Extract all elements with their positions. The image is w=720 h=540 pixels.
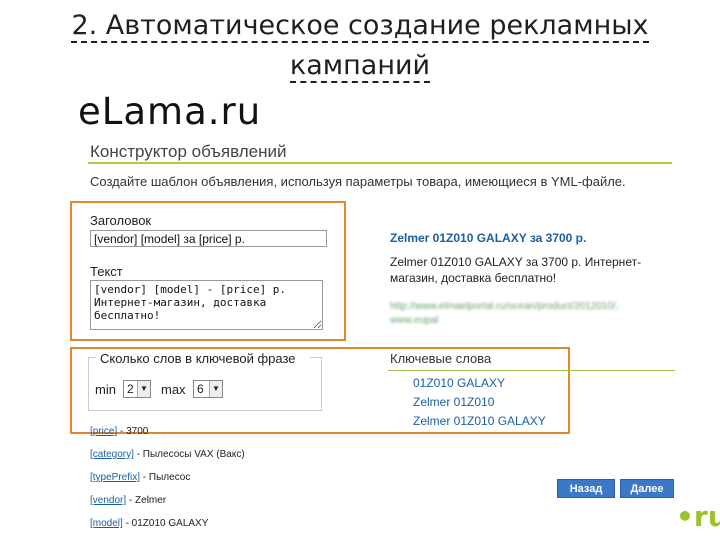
keyword-item[interactable]: 01Z010 GALAXY (413, 376, 505, 390)
ru-logo: •ru (676, 500, 720, 533)
max-select[interactable]: 6 ▼ (193, 380, 223, 398)
slide-title-line2: кампаний (289, 50, 431, 83)
section-divider (88, 162, 672, 164)
heading-input[interactable] (90, 230, 327, 247)
fieldset-border (310, 357, 322, 358)
max-label: max (161, 382, 186, 397)
heading-label: Заголовок (90, 213, 152, 228)
param-value: - 3700 (117, 426, 149, 437)
keyword-item[interactable]: Zelmer 01Z010 (413, 395, 494, 409)
instruction-text: Создайте шаблон объявления, используя па… (90, 174, 626, 189)
preview-url: http://www.elmaelportal.ru/ocean/product… (390, 300, 675, 328)
param-key[interactable]: [model] (90, 518, 123, 529)
slide-title: 2. Автоматическое создание рекламных кам… (0, 6, 720, 86)
keyword-item[interactable]: Zelmer 01Z010 GALAXY (413, 414, 546, 428)
chevron-down-icon: ▼ (137, 381, 150, 397)
min-select-value: 2 (127, 382, 134, 396)
param-row-vendor: [vendor] - Zelmer (90, 495, 166, 506)
brand-name: eLama.ru (78, 90, 262, 133)
back-button[interactable]: Назад (557, 479, 615, 498)
param-value: - 01Z010 GALAXY (122, 518, 209, 529)
param-key[interactable]: [category] (90, 449, 134, 460)
param-value: - Пылесосы VAX (Вакс) (133, 449, 245, 460)
param-key[interactable]: [price] (90, 426, 117, 437)
param-row-model: [model] - 01Z010 GALAXY (90, 518, 208, 529)
ad-text-input[interactable]: [vendor] [model] - [price] р. Интернет-м… (90, 280, 323, 330)
param-row-category: [category] - Пылесосы VAX (Вакс) (90, 449, 245, 460)
slide-title-line1: 2. Автоматическое создание рекламных (71, 10, 649, 43)
fieldset-border (88, 357, 96, 358)
chevron-down-icon: ▼ (209, 381, 222, 397)
param-row-price: [price] - 3700 (90, 426, 148, 437)
next-button[interactable]: Далее (620, 479, 674, 498)
word-count-legend: Сколько слов в ключевой фразе (98, 351, 298, 366)
min-label: min (95, 382, 116, 397)
constructor-title: Конструктор объявлений (90, 142, 287, 161)
preview-url-line2: www.eupal (390, 315, 439, 326)
keywords-header: Ключевые слова (390, 351, 492, 366)
param-key[interactable]: [typePrefix] (90, 472, 140, 483)
min-select[interactable]: 2 ▼ (123, 380, 151, 398)
preview-url-line1: http://www.elmaelportal.ru/ocean/product… (390, 301, 619, 312)
keywords-divider (388, 370, 675, 371)
preview-text: Zelmer 01Z010 GALAXY за 3700 р. Интернет… (390, 255, 642, 285)
param-value: - Пылесос (140, 472, 191, 483)
max-select-value: 6 (197, 382, 204, 396)
param-key[interactable]: [vendor] (90, 495, 126, 506)
preview-title[interactable]: Zelmer 01Z010 GALAXY за 3700 р. (390, 231, 586, 245)
text-label: Текст (90, 264, 123, 279)
param-value: - Zelmer (126, 495, 167, 506)
param-row-typeprefix: [typePrefix] - Пылесос (90, 472, 190, 483)
